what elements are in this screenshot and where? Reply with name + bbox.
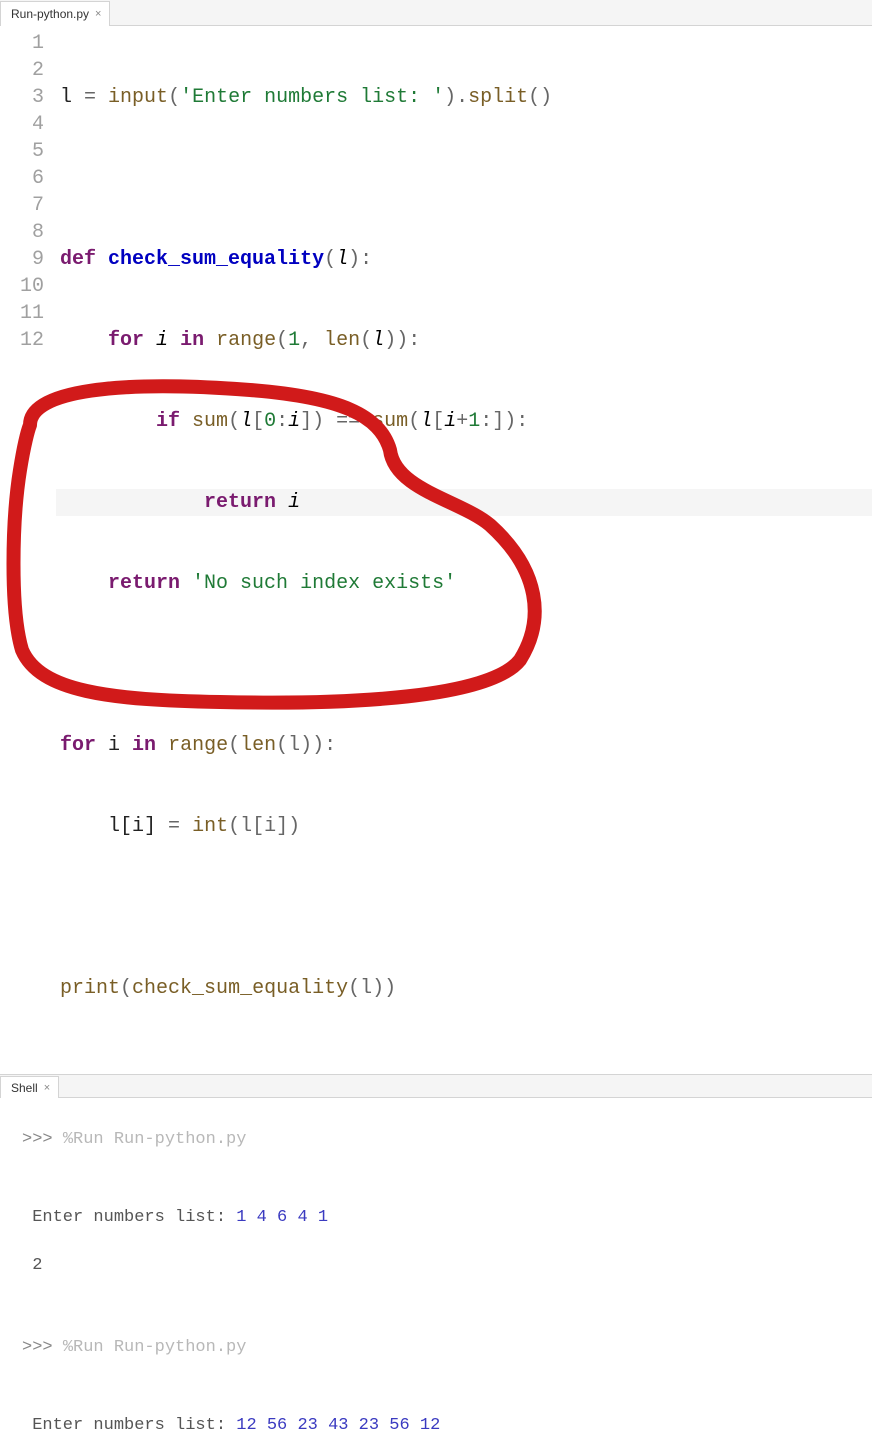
shell-tab-bar: Shell × [0, 1074, 872, 1098]
shell-output: 2 [22, 1254, 862, 1278]
editor-tab[interactable]: Run-python.py × [0, 1, 110, 26]
shell-panel[interactable]: >>> %Run Run-python.py Enter numbers lis… [0, 1098, 872, 1448]
shell-line: Enter numbers list: 12 56 23 43 23 56 12 [22, 1414, 862, 1438]
line-number: 12 [20, 327, 44, 354]
code-line: return i [56, 489, 872, 516]
shell-tab-label: Shell [11, 1081, 38, 1095]
line-number: 4 [20, 111, 44, 138]
code-line: if sum(l[0:i]) == sum(l[i+1:]): [56, 408, 872, 435]
code-line: for i in range(len(l)): [56, 732, 872, 759]
line-number: 7 [20, 192, 44, 219]
line-number: 5 [20, 138, 44, 165]
code-line: print(check_sum_equality(l)) [56, 975, 872, 1002]
line-number: 11 [20, 300, 44, 327]
code-line [56, 894, 872, 921]
code-line [56, 651, 872, 678]
code-line: l[i] = int(l[i]) [56, 813, 872, 840]
close-icon[interactable]: × [95, 8, 101, 20]
code-line: l = input('Enter numbers list: ').split(… [56, 84, 872, 111]
shell-line: Enter numbers list: 1 4 6 4 1 [22, 1206, 862, 1230]
line-number: 1 [20, 30, 44, 57]
line-number: 10 [20, 273, 44, 300]
line-number: 6 [20, 165, 44, 192]
line-number: 9 [20, 246, 44, 273]
code-editor[interactable]: 1 2 3 4 5 6 7 8 9 10 11 12 l = input('En… [0, 26, 872, 1056]
line-number-gutter: 1 2 3 4 5 6 7 8 9 10 11 12 [0, 30, 56, 1056]
code-line: def check_sum_equality(l): [56, 246, 872, 273]
code-line: for i in range(1, len(l)): [56, 327, 872, 354]
shell-line: >>> %Run Run-python.py [22, 1128, 862, 1152]
line-number: 3 [20, 84, 44, 111]
close-icon[interactable]: × [44, 1082, 50, 1094]
shell-run-command: %Run Run-python.py [63, 1130, 247, 1149]
code-area[interactable]: l = input('Enter numbers list: ').split(… [56, 30, 872, 1056]
shell-prompt: >>> [22, 1130, 63, 1149]
line-number: 8 [20, 219, 44, 246]
line-number: 2 [20, 57, 44, 84]
shell-prompt: >>> [22, 1338, 63, 1357]
code-line: return 'No such index exists' [56, 570, 872, 597]
code-line [56, 165, 872, 192]
shell-line: >>> %Run Run-python.py [22, 1336, 862, 1360]
shell-tab[interactable]: Shell × [0, 1076, 59, 1098]
editor-tab-bar: Run-python.py × [0, 0, 872, 26]
shell-run-command: %Run Run-python.py [63, 1338, 247, 1357]
editor-tab-label: Run-python.py [11, 7, 89, 21]
